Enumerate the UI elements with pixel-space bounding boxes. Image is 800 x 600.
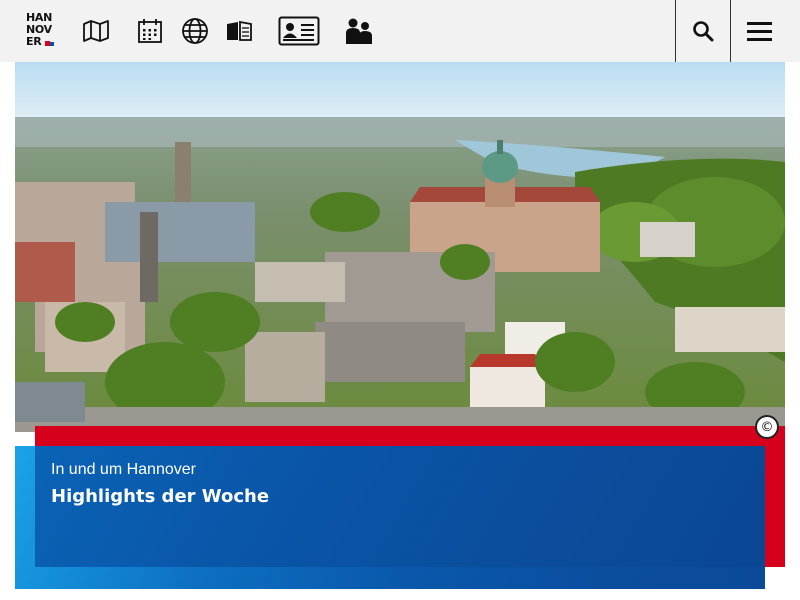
copyright-symbol: ©: [760, 419, 774, 435]
hannover-logo[interactable]: HAN NOV ER: [26, 12, 56, 50]
id-card-icon[interactable]: [277, 14, 320, 48]
highlights-teaser[interactable]: In und um Hannover Highlights der Woche: [15, 446, 765, 589]
logo-blue-square: [50, 42, 54, 46]
hero-image: [15, 62, 785, 432]
search-icon: [693, 21, 714, 42]
site-header: HAN NOV ER: [0, 0, 800, 62]
calendar-icon[interactable]: [136, 14, 164, 48]
copyright-icon[interactable]: ©: [755, 415, 779, 439]
teaser-title: Highlights der Woche: [51, 486, 270, 507]
city-aerial-photo: [15, 62, 785, 432]
globe-icon[interactable]: [180, 14, 210, 48]
people-icon[interactable]: [343, 14, 375, 48]
menu-button[interactable]: [730, 0, 786, 62]
map-icon[interactable]: [82, 14, 110, 48]
search-button[interactable]: [675, 0, 730, 62]
book-icon[interactable]: [225, 14, 253, 48]
teaser-subtitle: In und um Hannover: [51, 461, 196, 478]
